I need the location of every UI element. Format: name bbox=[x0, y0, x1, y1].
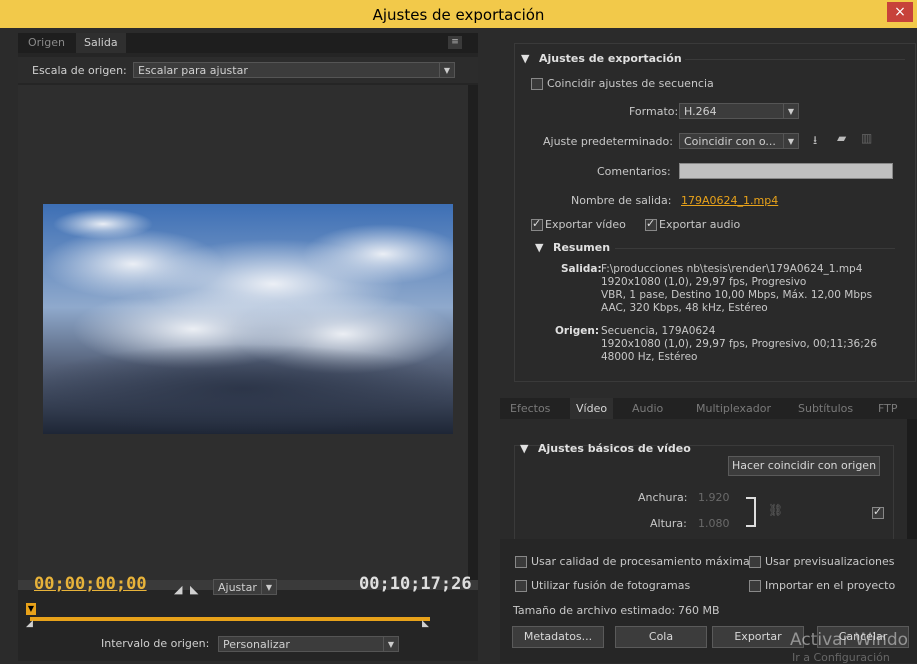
preview-tabs: Origen Salida ≡ bbox=[18, 33, 478, 53]
source-summary: Secuencia, 179A0624 1920x1080 (1,0), 29,9… bbox=[601, 325, 878, 363]
import-preset-icon[interactable]: ▰ bbox=[837, 131, 846, 145]
video-settings-panel: ▼ Ajustes básicos de vídeo Hacer coincid… bbox=[500, 419, 907, 547]
save-preset-icon[interactable]: ⭳ bbox=[813, 131, 817, 152]
tab-subtitulos[interactable]: Subtítulos bbox=[792, 398, 859, 419]
height-value[interactable]: 1.080 bbox=[698, 517, 730, 530]
preset-value: Coincidir con o... bbox=[684, 135, 776, 148]
queue-button[interactable]: Cola bbox=[615, 626, 707, 648]
chevron-down-icon: ▼ bbox=[383, 637, 398, 651]
export-video-label: Exportar vídeo bbox=[545, 218, 626, 231]
export-video-checkbox[interactable] bbox=[531, 217, 543, 231]
output-name-link[interactable]: 179A0624_1.mp4 bbox=[681, 194, 778, 207]
panel-menu-icon[interactable]: ≡ bbox=[448, 36, 462, 49]
collapse-triangle-icon[interactable]: ▼ bbox=[520, 442, 528, 455]
export-options-area: Usar calidad de procesamiento máxima Usa… bbox=[500, 539, 917, 664]
max-quality-label: Usar calidad de procesamiento máxima bbox=[531, 555, 750, 568]
output-summary-label: Salida: bbox=[561, 263, 602, 275]
tab-audio[interactable]: Audio bbox=[626, 398, 669, 419]
frame-blending-label: Utilizar fusión de fotogramas bbox=[531, 579, 691, 592]
export-settings-title: Ajustes de exportación bbox=[539, 52, 682, 65]
source-output-panel: Origen Salida ≡ Escala de origen: Escala… bbox=[18, 33, 478, 661]
windows-activation-subtext: Ir a Configuración bbox=[792, 651, 890, 664]
duration-timecode: 00;10;17;26 bbox=[359, 574, 472, 594]
chevron-down-icon: ▼ bbox=[783, 104, 798, 118]
tab-origen[interactable]: Origen bbox=[20, 33, 73, 53]
collapse-triangle-icon[interactable]: ▼ bbox=[521, 52, 529, 65]
tab-salida[interactable]: Salida bbox=[76, 33, 126, 53]
source-scale-bar: Escala de origen: Escalar para ajustar ▼ bbox=[18, 57, 478, 83]
size-checkbox[interactable] bbox=[872, 505, 884, 519]
width-value[interactable]: 1.920 bbox=[698, 491, 730, 504]
export-audio-label: Exportar audio bbox=[659, 218, 741, 231]
playhead-icon[interactable]: ▼ bbox=[26, 603, 36, 615]
preset-label: Ajuste predeterminado: bbox=[543, 135, 673, 148]
format-value: H.264 bbox=[684, 105, 717, 118]
source-range-label: Intervalo de origen: bbox=[101, 637, 210, 650]
set-in-point-icon[interactable]: ◢ bbox=[174, 583, 182, 596]
fit-dropdown[interactable]: Ajustar ▼ bbox=[213, 579, 277, 595]
scale-label: Escala de origen: bbox=[32, 64, 127, 77]
import-project-label: Importar en el proyecto bbox=[765, 579, 896, 592]
tab-video[interactable]: Vídeo bbox=[570, 398, 614, 419]
window-title: Ajustes de exportación bbox=[372, 6, 545, 24]
max-quality-checkbox[interactable] bbox=[515, 556, 527, 568]
preview-image bbox=[43, 204, 453, 434]
frame-blending-checkbox[interactable] bbox=[515, 580, 527, 592]
title-bar: Ajustes de exportación × bbox=[0, 0, 917, 28]
collapse-triangle-icon[interactable]: ▼ bbox=[535, 241, 543, 254]
chain-link-icon[interactable]: ⛓ bbox=[768, 503, 783, 517]
windows-activation-watermark: Activar Windo bbox=[790, 630, 909, 650]
timeline-track[interactable] bbox=[30, 617, 430, 621]
height-label: Altura: bbox=[650, 517, 687, 530]
import-project-checkbox[interactable] bbox=[749, 580, 761, 592]
scale-value: Escalar para ajustar bbox=[138, 64, 248, 77]
output-name-label: Nombre de salida: bbox=[571, 194, 672, 207]
summary-title: Resumen bbox=[553, 241, 611, 254]
format-dropdown[interactable]: H.264 ▼ bbox=[679, 103, 799, 119]
match-sequence-label: Coincidir ajustes de secuencia bbox=[547, 77, 714, 90]
match-source-button[interactable]: Hacer coincidir con origen bbox=[728, 456, 880, 476]
export-audio-checkbox[interactable] bbox=[645, 217, 657, 231]
current-timecode[interactable]: 00;00;00;00 bbox=[34, 574, 147, 594]
file-size-value: 760 MB bbox=[678, 604, 720, 617]
comments-label: Comentarios: bbox=[597, 165, 671, 178]
chevron-down-icon: ▼ bbox=[783, 134, 798, 148]
set-out-point-icon[interactable]: ◣ bbox=[190, 583, 198, 596]
preset-dropdown[interactable]: Coincidir con o... ▼ bbox=[679, 133, 799, 149]
video-basic-title: Ajustes básicos de vídeo bbox=[538, 442, 691, 455]
export-settings-box: ▼ Ajustes de exportación Coincidir ajust… bbox=[514, 43, 916, 382]
format-label: Formato: bbox=[629, 105, 679, 118]
out-point-marker-icon[interactable]: ◣ bbox=[422, 619, 429, 629]
preview-vertical-scrollbar[interactable] bbox=[468, 85, 478, 580]
delete-preset-icon[interactable]: ▥ bbox=[861, 131, 872, 145]
fit-value: Ajustar bbox=[218, 581, 257, 594]
chevron-down-icon: ▼ bbox=[261, 580, 276, 594]
match-sequence-checkbox[interactable] bbox=[531, 78, 543, 90]
tab-multiplexador[interactable]: Multiplexador bbox=[690, 398, 777, 419]
tab-ftp[interactable]: FTP bbox=[872, 398, 904, 419]
comments-input[interactable] bbox=[679, 163, 893, 179]
settings-tabs: Efectos Vídeo Audio Multiplexador Subtít… bbox=[500, 398, 917, 419]
export-settings-panel: ▼ Ajustes de exportación Coincidir ajust… bbox=[500, 33, 917, 388]
scale-dropdown[interactable]: Escalar para ajustar ▼ bbox=[133, 62, 455, 78]
output-summary: F:\producciones nb\tesis\render\179A0624… bbox=[601, 263, 873, 314]
in-point-marker-icon[interactable]: ◢ bbox=[26, 619, 33, 629]
file-size-label: Tamaño de archivo estimado: bbox=[513, 604, 676, 617]
tab-efectos[interactable]: Efectos bbox=[504, 398, 556, 419]
source-range-value: Personalizar bbox=[223, 638, 290, 651]
divider bbox=[685, 59, 905, 60]
source-range-dropdown[interactable]: Personalizar ▼ bbox=[218, 636, 399, 652]
width-label: Anchura: bbox=[638, 491, 688, 504]
source-summary-label: Origen: bbox=[555, 325, 600, 337]
close-button[interactable]: × bbox=[887, 2, 913, 22]
chevron-down-icon: ▼ bbox=[439, 63, 454, 77]
metadata-button[interactable]: Metadatos... bbox=[512, 626, 604, 648]
settings-vertical-scrollbar[interactable] bbox=[907, 419, 917, 539]
link-bracket bbox=[746, 497, 756, 527]
use-previews-checkbox[interactable] bbox=[749, 556, 761, 568]
use-previews-label: Usar previsualizaciones bbox=[765, 555, 895, 568]
divider bbox=[615, 248, 895, 249]
